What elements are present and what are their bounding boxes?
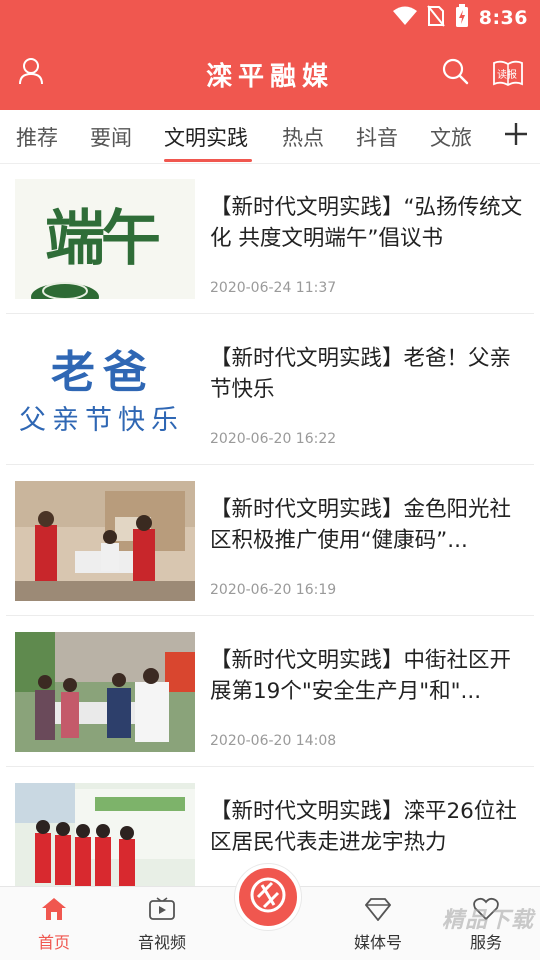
article-list: 端午 【新时代文明实践】“弘扬传统文化 共度文明端午”倡议书 2020-06-2… bbox=[0, 164, 540, 886]
nav-home-label: 首页 bbox=[37, 933, 70, 952]
tab-recommend[interactable]: 推荐 bbox=[16, 122, 58, 152]
nav-media-account[interactable]: 媒体号 bbox=[338, 897, 418, 953]
nav-audio-video[interactable]: 音视频 bbox=[122, 897, 202, 953]
tab-civilization-practice[interactable]: 文明实践 bbox=[164, 122, 248, 152]
article-item[interactable]: 【新时代文明实践】金色阳光社区积极推广使用“健康码”... 2020-06-20… bbox=[6, 466, 534, 616]
status-time: 8:36 bbox=[478, 7, 528, 29]
nav-home[interactable]: 首页 bbox=[14, 897, 94, 953]
article-item[interactable]: 【新时代文明实践】中街社区开展第19个"安全生产月"和"... 2020-06-… bbox=[6, 617, 534, 767]
camera-shutter-icon bbox=[248, 875, 288, 919]
wifi-icon bbox=[392, 6, 417, 30]
plus-icon bbox=[503, 121, 529, 151]
thumb-text: 老爸 bbox=[51, 347, 155, 398]
add-channel-button[interactable] bbox=[500, 120, 532, 152]
diamond-icon bbox=[364, 897, 392, 925]
article-date: 2020-06-20 16:22 bbox=[210, 431, 337, 447]
read-paper-label: 读报 bbox=[497, 70, 517, 81]
article-thumbnail bbox=[15, 632, 195, 752]
app-header: 滦平融媒 读报 bbox=[0, 36, 540, 110]
article-title: 【新时代文明实践】中街社区开展第19个"安全生产月"和"... bbox=[210, 648, 512, 704]
tab-news[interactable]: 要闻 bbox=[90, 122, 132, 152]
article-thumbnail: 老爸 父亲节快乐 bbox=[15, 330, 195, 450]
search-button[interactable] bbox=[438, 56, 472, 90]
article-title: 【新时代文明实践】老爸！父亲节快乐 bbox=[210, 346, 512, 402]
article-thumbnail bbox=[15, 783, 195, 886]
article-title: 【新时代文明实践】滦平26位社区居民代表走进龙宇热力 bbox=[210, 799, 517, 855]
tab-hot[interactable]: 热点 bbox=[282, 122, 324, 152]
article-title: 【新时代文明实践】金色阳光社区积极推广使用“健康码”... bbox=[210, 497, 512, 553]
nav-audio-video-label: 音视频 bbox=[137, 933, 186, 952]
article-title: 【新时代文明实践】“弘扬传统文化 共度文明端午”倡议书 bbox=[210, 195, 523, 251]
center-shutter-button[interactable] bbox=[235, 864, 301, 930]
watermark: 精品下载 bbox=[441, 908, 534, 933]
article-date: 2020-06-24 11:37 bbox=[210, 280, 337, 296]
article-date: 2020-06-20 16:19 bbox=[210, 582, 337, 598]
article-item[interactable]: 端午 【新时代文明实践】“弘扬传统文化 共度文明端午”倡议书 2020-06-2… bbox=[6, 164, 534, 314]
thumb-subtext: 父亲节快乐 bbox=[19, 405, 184, 436]
no-sim-icon bbox=[426, 5, 445, 31]
tab-douyin[interactable]: 抖音 bbox=[356, 122, 398, 152]
tab-culture-tourism[interactable]: 文旅 bbox=[430, 122, 472, 152]
battery-charging-icon bbox=[455, 4, 469, 32]
active-tab-indicator bbox=[164, 159, 252, 162]
status-bar: 8:36 bbox=[0, 0, 540, 36]
article-thumbnail bbox=[15, 481, 195, 601]
home-icon bbox=[41, 897, 67, 925]
read-paper-button[interactable]: 读报 bbox=[490, 56, 526, 90]
search-icon bbox=[441, 57, 469, 89]
article-item[interactable]: 老爸 父亲节快乐 【新时代文明实践】老爸！父亲节快乐 2020-06-20 16… bbox=[6, 315, 534, 465]
article-thumbnail: 端午 bbox=[15, 179, 195, 299]
book-icon: 读报 bbox=[492, 59, 524, 87]
category-tabs: 推荐 要闻 文明实践 热点 抖音 文旅 bbox=[0, 110, 540, 164]
article-date: 2020-06-20 14:08 bbox=[210, 733, 337, 749]
thumb-text: 端午 bbox=[45, 204, 161, 274]
nav-media-account-label: 媒体号 bbox=[353, 933, 402, 952]
tv-icon bbox=[149, 897, 175, 925]
